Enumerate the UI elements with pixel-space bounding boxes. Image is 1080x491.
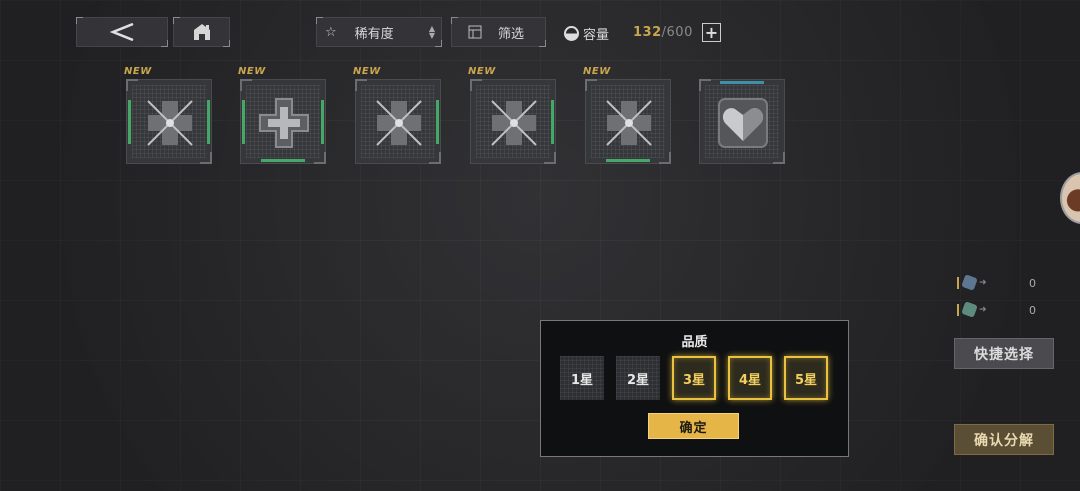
new-badge: NEW	[124, 66, 152, 77]
capacity-total: /600	[661, 25, 693, 40]
star-outline-icon: ☆	[325, 24, 337, 40]
item-card[interactable]: NEW	[238, 66, 326, 164]
resource-value: 0	[1029, 276, 1036, 290]
star-4-button[interactable]: 4星	[728, 356, 772, 400]
confirm-button[interactable]: 确定	[648, 413, 739, 439]
filter-label: 筛选	[498, 26, 525, 42]
item-card[interactable]	[699, 79, 785, 164]
quick-select-button[interactable]: 快捷选择	[954, 338, 1054, 369]
crossed-blades-icon	[606, 100, 652, 146]
sort-arrows-icon: ▲ ▼	[428, 24, 435, 40]
star-1-button[interactable]: 1星	[560, 356, 604, 400]
arrow-icon: ➜	[979, 305, 987, 315]
crossed-blades-icon	[376, 100, 422, 146]
resource-value: 0	[1029, 303, 1036, 317]
crossed-blades-icon	[147, 100, 193, 146]
popup-title: 品质	[681, 335, 708, 350]
new-badge: NEW	[468, 66, 496, 77]
star-5-button[interactable]: 5星	[784, 356, 828, 400]
cross-emblem-icon	[259, 98, 309, 148]
chevron-left-icon	[109, 22, 134, 42]
new-badge: NEW	[353, 66, 381, 77]
crossed-blades-icon	[491, 100, 537, 146]
avatar[interactable]	[1060, 172, 1080, 224]
blue-gem-icon	[957, 274, 978, 291]
filter-grid-icon	[468, 25, 482, 39]
capacity-count: 132/600	[633, 25, 693, 40]
item-card[interactable]: NEW	[124, 66, 212, 164]
star-3-button[interactable]: 3星	[672, 356, 716, 400]
item-card[interactable]: NEW	[468, 66, 556, 164]
heart-shield-icon	[718, 98, 768, 148]
item-card[interactable]: NEW	[583, 66, 671, 164]
new-badge: NEW	[583, 66, 611, 77]
star-2-button[interactable]: 2星	[616, 356, 660, 400]
quality-popup: 品质 1星 2星 3星 4星 5星 确定	[540, 320, 849, 457]
capacity-current: 132	[633, 25, 662, 40]
filter-button[interactable]: 筛选	[451, 17, 546, 47]
rarity-sort-dropdown[interactable]: ☆ 稀有度 ▲ ▼	[316, 17, 442, 47]
expand-capacity-button[interactable]: +	[702, 23, 721, 42]
plus-icon: +	[704, 22, 719, 42]
home-button[interactable]	[173, 17, 230, 47]
resource-counter: ➜ 0	[957, 301, 1036, 319]
home-icon	[193, 24, 210, 40]
back-button[interactable]	[76, 17, 168, 47]
capacity-display: 容量 132/600	[564, 22, 692, 44]
confirm-decompose-button[interactable]: 确认分解	[954, 424, 1054, 455]
arrow-icon: ➜	[979, 278, 987, 288]
rarity-label: 稀有度	[354, 26, 394, 42]
green-gem-icon	[957, 301, 978, 318]
resource-counter: ➜ 0	[957, 274, 1036, 292]
item-card[interactable]: NEW	[353, 66, 441, 164]
capacity-icon	[564, 25, 579, 41]
capacity-label: 容量	[583, 27, 610, 43]
new-badge: NEW	[238, 66, 266, 77]
